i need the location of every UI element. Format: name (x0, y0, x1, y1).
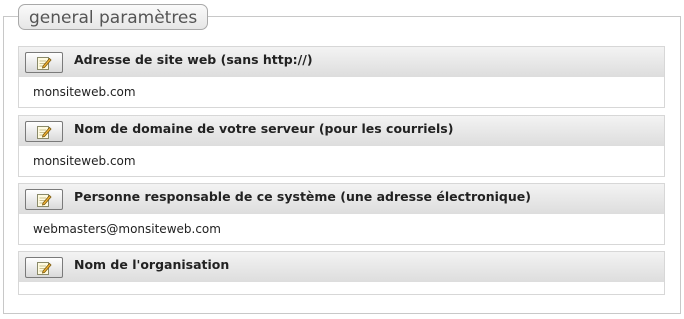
setting-value: monsiteweb.com (33, 154, 136, 168)
edit-pencil-icon (37, 57, 52, 70)
setting-value (19, 282, 664, 294)
setting-title: Nom de domaine de votre serveur (pour le… (74, 121, 454, 136)
edit-pencil-icon (37, 194, 52, 207)
setting-value: webmasters@monsiteweb.com (33, 222, 221, 236)
edit-button[interactable] (25, 257, 63, 278)
setting-header: Personne responsable de ce système (une … (19, 184, 664, 214)
setting-header: Nom de l'organisation (19, 252, 664, 282)
setting-title: Personne responsable de ce système (une … (74, 189, 531, 204)
setting-value: monsiteweb.com (33, 85, 136, 99)
setting-website-address: Adresse de site web (sans http://) monsi… (18, 46, 665, 108)
setting-responsible-person: Personne responsable de ce système (une … (18, 183, 665, 245)
section-legend: general paramètres (18, 4, 209, 30)
setting-organization-name: Nom de l'organisation (18, 251, 665, 295)
setting-title: Nom de l'organisation (74, 257, 230, 272)
setting-header: Adresse de site web (sans http://) (19, 47, 664, 77)
edit-button[interactable] (25, 189, 63, 210)
edit-button[interactable] (25, 52, 63, 73)
edit-pencil-icon (37, 126, 52, 139)
edit-pencil-icon (37, 262, 52, 275)
setting-header: Nom de domaine de votre serveur (pour le… (19, 116, 664, 146)
setting-title: Adresse de site web (sans http://) (74, 52, 313, 67)
setting-mail-domain: Nom de domaine de votre serveur (pour le… (18, 115, 665, 177)
edit-button[interactable] (25, 121, 63, 142)
